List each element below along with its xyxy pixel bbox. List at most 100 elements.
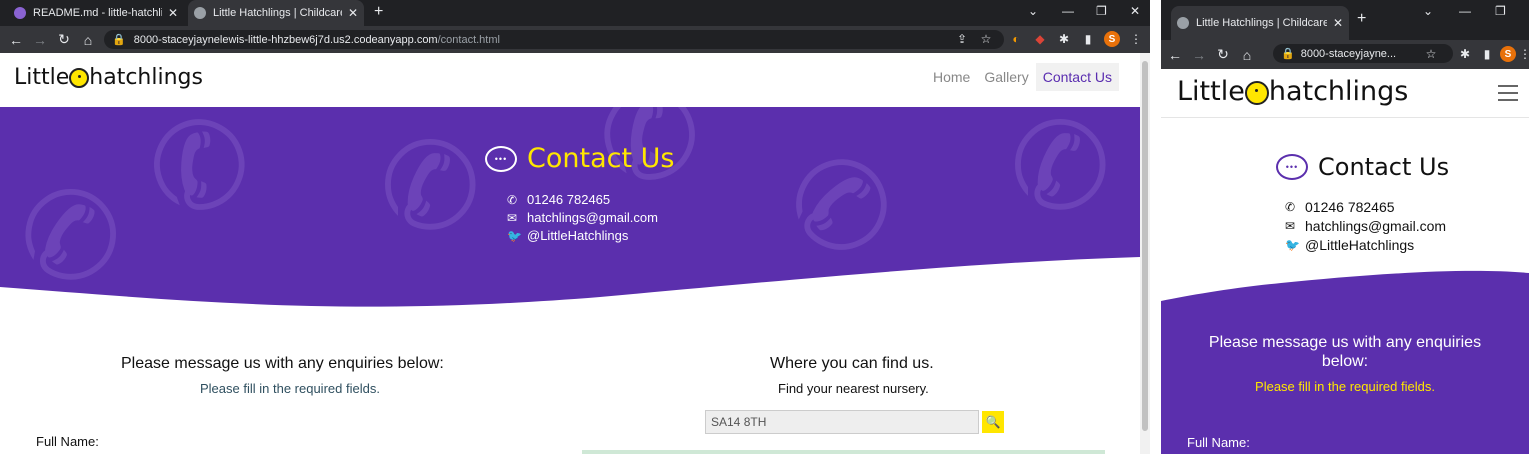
contact-phone[interactable]: ✆ 01246 782465 (1285, 198, 1446, 217)
new-tab-icon[interactable]: + (1357, 10, 1366, 28)
full-name-label: Full Name: (1187, 435, 1250, 450)
chat-bubble-icon: ••• (1276, 154, 1308, 180)
page-content: Little hatchlings ••• Contact Us ✆ 01246 7… (1161, 69, 1529, 454)
phone-text: 01246 782465 (1305, 199, 1395, 215)
puzzle-icon[interactable]: ✱ (1457, 46, 1473, 62)
tab-strip: README.md - little-hatchlings - C ✕ Litt… (0, 0, 1150, 26)
map-subheading: Find your nearest nursery. (778, 381, 929, 396)
url-host: 8000-staceyjaynelewis-little-hhzbew6j7d.… (133, 33, 438, 46)
wave-divider (0, 257, 1140, 312)
close-icon[interactable]: ✕ (168, 6, 178, 20)
wave-divider (1161, 265, 1529, 301)
tab-strip: Little Hatchlings | Childcare N ✕ + ⌄ — … (1161, 0, 1529, 40)
tab-title: Little Hatchlings | Childcare Nurs (213, 7, 342, 19)
side-panel-icon[interactable]: ▮ (1080, 31, 1096, 47)
url-path: /contact.html (437, 33, 500, 46)
contact-hero: ✆ ✆ ✆ ✆ ✆ ✆ ••• Contact Us ✆ 01246 782465… (0, 107, 1140, 312)
side-panel-icon[interactable]: ▮ (1479, 46, 1495, 62)
tab-title: README.md - little-hatchlings - C (33, 7, 162, 19)
phone-icon: ✆ (507, 193, 518, 207)
star-icon[interactable]: ☆ (1423, 46, 1439, 62)
map-embed[interactable] (582, 450, 1105, 454)
logo-text-hatchlings: hatchlings (1268, 76, 1409, 107)
form-heading: Please message us with any enquiries bel… (121, 355, 444, 372)
twitter-text: @LittleHatchlings (527, 228, 629, 243)
page-content: Little hatchlings Home Gallery Contact Us… (0, 53, 1150, 454)
tab-little-hatchlings[interactable]: Little Hatchlings | Childcare N ✕ (1171, 6, 1349, 40)
contact-twitter[interactable]: 🐦 @LittleHatchlings (1285, 236, 1446, 255)
nav-gallery[interactable]: Gallery (977, 63, 1035, 91)
close-icon[interactable]: ✕ (1333, 16, 1343, 30)
github-icon (14, 7, 26, 19)
form-subheading: Please fill in the required fields. (1255, 379, 1435, 394)
back-icon[interactable]: ← (4, 32, 28, 48)
form-heading-line1: Please message us with any enquiries (1208, 334, 1482, 351)
profile-avatar[interactable]: S (1104, 31, 1120, 47)
maximize-icon[interactable]: ❐ (1096, 4, 1107, 18)
puzzle-icon[interactable]: ✱ (1056, 31, 1072, 47)
menu-dots-icon[interactable]: ⋮ (1517, 46, 1529, 62)
extension-g-icon[interactable]: ◐ (1008, 31, 1024, 47)
twitter-text: @LittleHatchlings (1305, 237, 1415, 253)
scrollbar[interactable] (1140, 53, 1150, 454)
hamburger-menu-icon[interactable] (1498, 85, 1518, 101)
window-gap (1150, 0, 1161, 454)
contact-email[interactable]: ✉ hatchlings@gmail.com (507, 209, 658, 227)
phone-bg-icon: ✆ (380, 120, 481, 254)
profile-avatar[interactable]: S (1500, 46, 1516, 62)
hero-heading: ••• Contact Us (485, 143, 674, 174)
chevron-down-icon[interactable]: ⌄ (1028, 4, 1038, 18)
contact-title: Contact Us (1318, 153, 1450, 181)
contact-phone[interactable]: ✆ 01246 782465 (507, 191, 658, 209)
main-nav: Home Gallery Contact Us (926, 63, 1119, 91)
menu-dots-icon[interactable]: ⋮ (1128, 31, 1144, 47)
nav-contact-us[interactable]: Contact Us (1035, 63, 1119, 91)
tab-title: Little Hatchlings | Childcare N (1196, 17, 1327, 29)
address-bar[interactable]: 🔒 8000-staceyjaynelewis-little-hhzbew6j7… (104, 30, 1004, 49)
full-name-label: Full Name: (36, 434, 99, 449)
forward-icon[interactable]: → (1187, 47, 1211, 63)
chevron-down-icon[interactable]: ⌄ (1423, 4, 1433, 18)
twitter-icon: 🐦 (507, 229, 522, 243)
browser-window-desktop: README.md - little-hatchlings - C ✕ Litt… (0, 0, 1150, 454)
contact-email[interactable]: ✉ hatchlings@gmail.com (1285, 217, 1446, 236)
form-section: Please message us with any enquiries bel… (1161, 265, 1529, 454)
hero-title: Contact Us (527, 143, 675, 174)
tab-readme[interactable]: README.md - little-hatchlings - C ✕ (8, 0, 184, 26)
home-icon[interactable]: ⌂ (76, 32, 100, 48)
color-picker-icon[interactable]: ◆ (1032, 31, 1048, 47)
site-logo[interactable]: Little hatchlings (1177, 76, 1408, 107)
close-icon[interactable]: ✕ (348, 6, 358, 20)
phone-icon: ✆ (1285, 200, 1296, 214)
contact-twitter[interactable]: 🐦 @LittleHatchlings (507, 227, 658, 245)
maximize-icon[interactable]: ❐ (1495, 4, 1506, 18)
minimize-icon[interactable]: — (1459, 4, 1471, 18)
header-divider (1161, 117, 1529, 118)
logo-text-little: Little (1177, 76, 1245, 107)
phone-bg-icon: ✆ (1010, 107, 1111, 234)
site-logo[interactable]: Little hatchlings (14, 65, 203, 90)
tab-little-hatchlings[interactable]: Little Hatchlings | Childcare Nurs ✕ (188, 0, 364, 26)
new-tab-icon[interactable]: + (374, 3, 383, 21)
back-icon[interactable]: ← (1163, 47, 1187, 63)
contact-list: ✆ 01246 782465 ✉ hatchlings@gmail.com 🐦 @Li… (507, 191, 658, 245)
logo-text-hatchlings: hatchlings (89, 65, 203, 90)
reload-icon[interactable]: ↻ (1211, 46, 1235, 63)
forward-icon[interactable]: → (28, 32, 52, 48)
nav-home[interactable]: Home (926, 63, 977, 91)
logo-text-little: Little (14, 65, 70, 90)
close-window-icon[interactable]: ✕ (1130, 4, 1140, 18)
contact-heading: ••• Contact Us (1276, 153, 1449, 181)
search-button[interactable]: 🔍 (982, 411, 1004, 433)
scrollbar-thumb[interactable] (1142, 61, 1148, 431)
email-text: hatchlings@gmail.com (527, 210, 658, 225)
reload-icon[interactable]: ↻ (52, 31, 76, 48)
twitter-icon: 🐦 (1285, 238, 1300, 252)
envelope-icon: ✉ (1285, 219, 1296, 233)
share-icon[interactable]: ⇪ (954, 31, 970, 47)
star-icon[interactable]: ☆ (978, 31, 994, 47)
postcode-search-input[interactable]: SA14 8TH (705, 410, 979, 434)
map-heading: Where you can find us. (770, 355, 934, 372)
home-icon[interactable]: ⌂ (1235, 47, 1259, 63)
minimize-icon[interactable]: — (1062, 4, 1074, 18)
